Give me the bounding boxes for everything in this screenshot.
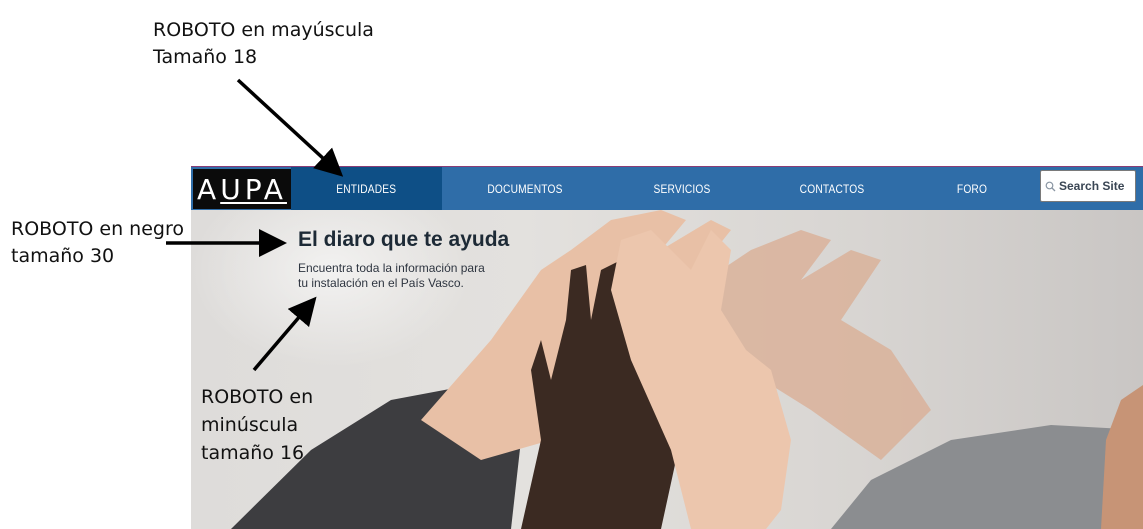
annotation-arrows: [166, 78, 344, 372]
arrow-to-nav: [236, 78, 344, 177]
arrow-to-subtitle: [252, 296, 317, 372]
